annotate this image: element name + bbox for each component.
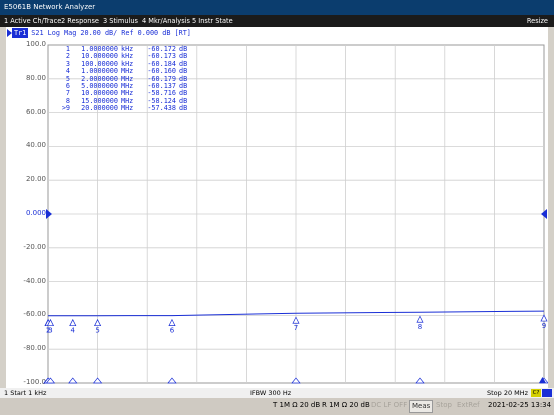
- ref-level-left-arrow-icon: [46, 209, 52, 219]
- marker-row-value: -57.438: [147, 104, 176, 113]
- marker-triangle-icon: [416, 315, 424, 323]
- right-softkey-edge: [548, 27, 554, 388]
- marker-number: 4: [71, 327, 76, 335]
- menu-mkr-analysis[interactable]: 4 Mkr/Analysis: [142, 15, 190, 27]
- marker-table: 1 1.0000000 kHz -60.172 dB 2 10.000000 kHz -60.1…: [56, 45, 188, 113]
- channel-button[interactable]: C?: [531, 389, 541, 397]
- marker-axis-triangle-icon: [415, 377, 425, 384]
- marker-4: 4: [68, 318, 78, 384]
- t-port-status: T 1M Ω 20 dB: [273, 401, 321, 409]
- marker-row-db: dB: [179, 104, 188, 113]
- marker-axis-triangle-icon: [92, 377, 103, 384]
- marker-6: 6: [167, 318, 177, 384]
- marker-8: 8: [415, 315, 425, 384]
- r-port-status: R 1M Ω 20 dB: [322, 401, 370, 409]
- menu-bar: 1 Active Ch/Trace 2 Response 3 Stimulus …: [0, 15, 554, 27]
- marker-triangle-icon: [292, 316, 300, 324]
- marker-number: 3: [48, 327, 52, 335]
- stop-frequency[interactable]: Stop 20 MHz: [487, 388, 528, 398]
- marker-row-unit: MHz: [121, 104, 134, 113]
- menu-stimulus[interactable]: 3 Stimulus: [103, 15, 138, 27]
- reference-level-indicators: [46, 209, 547, 383]
- marker-row: >9 20.000000 MHz -57.438 dB: [56, 104, 188, 113]
- marker-axis-triangle-icon: [68, 377, 78, 384]
- marker-triangle-icon: [540, 314, 548, 322]
- bottom-status-bar: T 1M Ω 20 dB R 1M Ω 20 dB DC LF OFF Meas…: [0, 398, 554, 415]
- date-time: 2021-02-25 13:34: [488, 401, 552, 409]
- start-frequency[interactable]: 1 Start 1 kHz: [4, 388, 46, 398]
- channel-max-button[interactable]: [542, 389, 552, 397]
- chart-window[interactable]: Tr1 S21 Log Mag 20.00 dB/ Ref 0.000 dB [R…: [6, 27, 548, 388]
- marker-axis-triangle-icon: [291, 377, 301, 384]
- marker-triangle-icon: [168, 318, 176, 326]
- menu-active-ch-trace[interactable]: 1 Active Ch/Trace: [4, 15, 61, 27]
- menu-instr-state[interactable]: 5 Instr State: [192, 15, 233, 27]
- extref-status: ExtRef: [457, 401, 480, 409]
- marker-axis-triangle-icon: [167, 377, 177, 384]
- marker-row-number: >9: [61, 104, 70, 113]
- marker-triangle-icon: [94, 318, 102, 327]
- marker-number: 9: [542, 322, 546, 330]
- ifbw-readout[interactable]: IFBW 300 Hz: [250, 388, 291, 398]
- menu-response[interactable]: 2 Response: [61, 15, 99, 27]
- marker-row-stimulus: 20.000000: [81, 104, 118, 113]
- window-title-bar: E5061B Network Analyzer: [0, 0, 554, 15]
- stop-status: Stop: [436, 401, 452, 409]
- resize-button[interactable]: Resize: [527, 15, 548, 27]
- status-bar: 1 Start 1 kHz IFBW 300 Hz Stop 20 MHz: [0, 388, 554, 398]
- marker-triangle-icon: [69, 318, 77, 327]
- marker-number: 8: [418, 323, 422, 331]
- window-title: E5061B Network Analyzer: [4, 3, 96, 11]
- meas-button[interactable]: Meas: [409, 400, 434, 413]
- marker-number: 6: [170, 327, 175, 335]
- marker-number: 7: [294, 324, 298, 332]
- dc-status: DC LF OFF: [371, 401, 408, 409]
- marker-number: 5: [95, 327, 99, 335]
